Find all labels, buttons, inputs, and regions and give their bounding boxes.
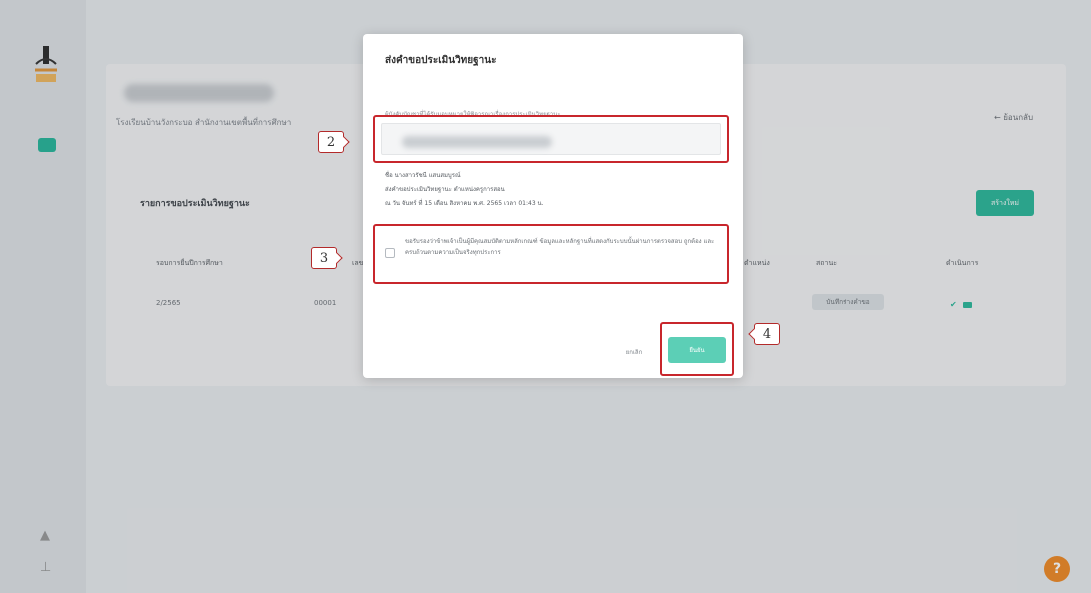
confirm-highlight: ยืนยัน <box>660 322 734 376</box>
supervisor-select[interactable] <box>381 123 721 155</box>
request-date: ณ วัน จันทร์ ที่ 15 เดือน สิงหาคม พ.ศ. 2… <box>385 200 544 207</box>
callout-step-3: 3 <box>311 247 337 269</box>
modal-title: ส่งคำขอประเมินวิทยฐานะ <box>385 55 497 66</box>
supervisor-field-highlight <box>373 115 729 163</box>
applicant-name: ชื่อ นางสาวรัชนี แสนสมบูรณ์ <box>385 172 461 179</box>
consent-checkbox[interactable] <box>385 248 395 258</box>
request-position: ส่งคำขอประเมินวิทยฐานะ ตำแหน่งครูการสอน <box>385 186 505 193</box>
submit-request-modal: ส่งคำขอประเมินวิทยฐานะ ผู้บังคับบัญชาที่… <box>363 34 743 378</box>
consent-text: ขอรับรองว่าข้าพเจ้าเป็นผู้มีคุณสมบัติตาม… <box>405 238 715 256</box>
confirm-button[interactable]: ยืนยัน <box>668 337 726 363</box>
consent-highlight: ขอรับรองว่าข้าพเจ้าเป็นผู้มีคุณสมบัติตาม… <box>373 224 729 284</box>
supervisor-select-value <box>402 136 552 148</box>
callout-step-4: 4 <box>754 323 780 345</box>
callout-step-2: 2 <box>318 131 344 153</box>
cancel-button[interactable]: ยกเลิก <box>617 341 651 363</box>
